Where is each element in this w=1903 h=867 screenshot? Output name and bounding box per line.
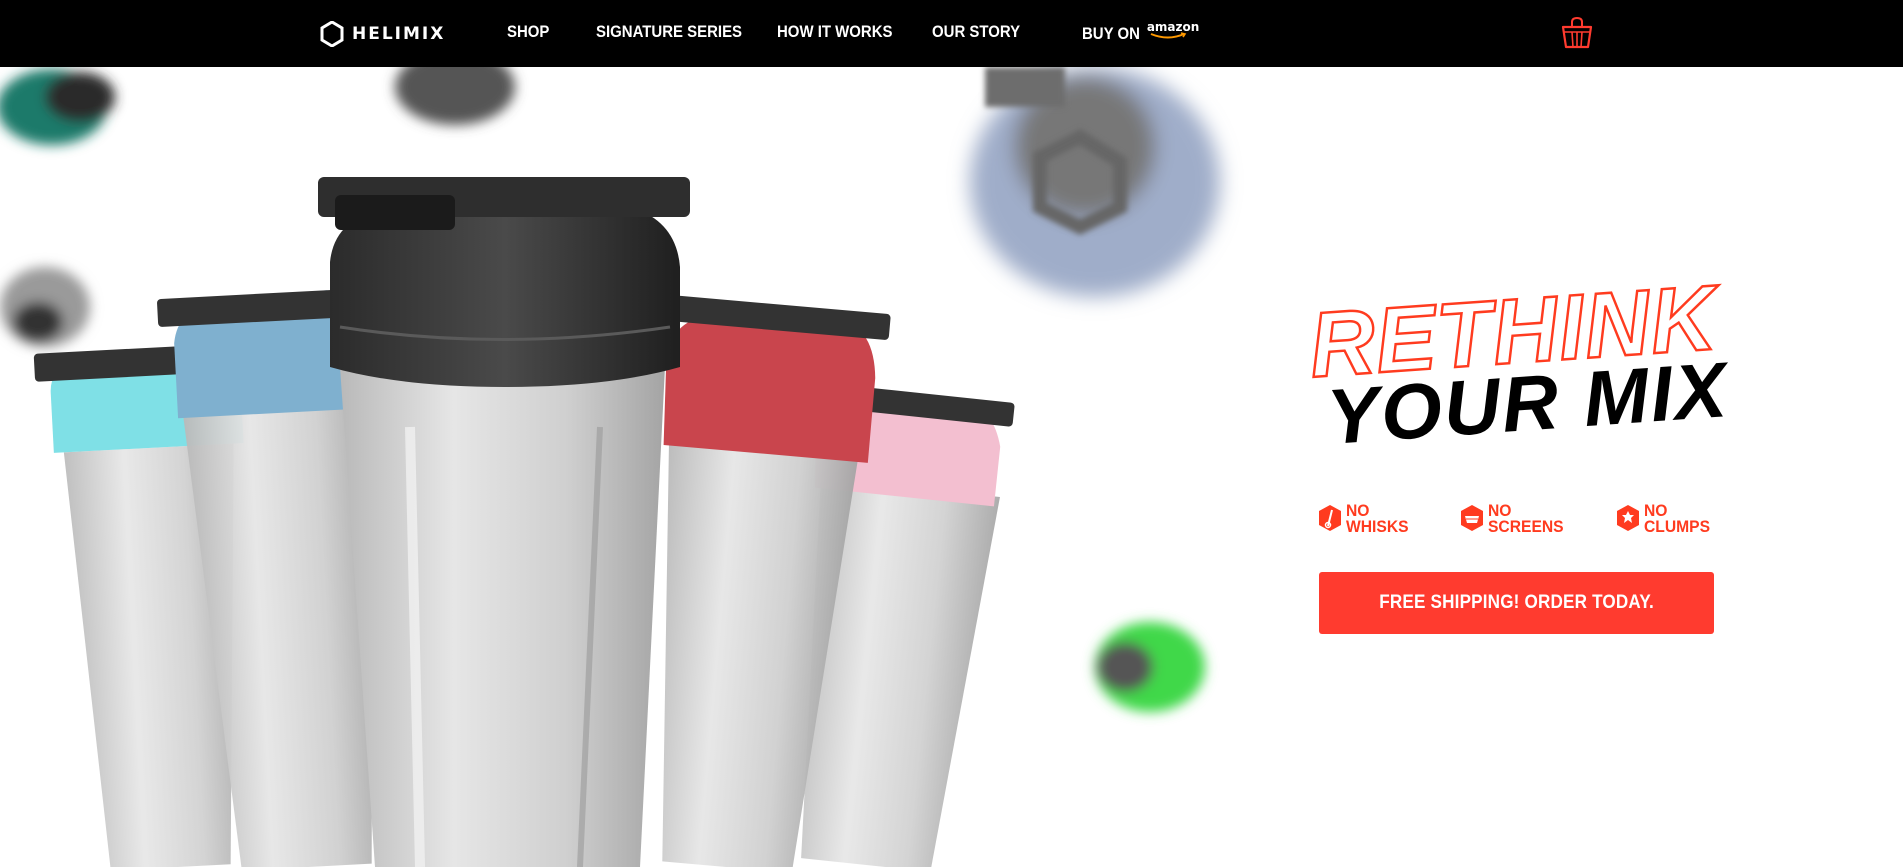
feature-clumps-line2: CLUMPS — [1644, 517, 1711, 536]
amazon-smile-icon — [1150, 32, 1187, 39]
amazon-logo: amazon — [1147, 20, 1199, 39]
basket-icon[interactable] — [1559, 15, 1595, 51]
screen-hexagon-icon — [1461, 505, 1483, 531]
whisk-hexagon-icon — [1319, 505, 1341, 531]
clump-hexagon-icon — [1617, 505, 1639, 531]
cta-label: FREE SHIPPING! ORDER TODAY. — [1379, 592, 1654, 613]
feature-no-clumps: NO CLUMPS — [1616, 502, 1716, 536]
feature-screens-line2: SCREENS — [1488, 517, 1564, 536]
helimix-logo[interactable]: HELIMIX — [320, 20, 445, 48]
hero-shaker-bottles-image — [0, 67, 1220, 867]
feature-whisks-line2: WHISKS — [1346, 517, 1409, 536]
nav-buy-on-amazon[interactable]: BUY ON amazon — [1082, 20, 1199, 44]
buy-on-label: BUY ON — [1082, 24, 1140, 43]
free-shipping-order-button[interactable]: FREE SHIPPING! ORDER TODAY. — [1319, 572, 1714, 634]
nav-shop[interactable]: SHOP — [507, 22, 549, 42]
nav-signature-series[interactable]: SIGNATURE SERIES — [596, 22, 742, 42]
page: HELIMIX SHOP SIGNATURE SERIES HOW IT WOR… — [0, 0, 1903, 867]
logo-wordmark: HELIMIX — [352, 24, 446, 44]
nav-how-it-works[interactable]: HOW IT WORKS — [777, 22, 893, 42]
hexagon-logo-icon — [320, 21, 344, 47]
nav-our-story[interactable]: OUR STORY — [932, 22, 1020, 42]
feature-no-whisks: NO WHISKS — [1318, 502, 1414, 536]
feature-no-screens: NO SCREENS — [1460, 502, 1570, 536]
top-nav-bar: HELIMIX SHOP SIGNATURE SERIES HOW IT WOR… — [0, 0, 1903, 67]
